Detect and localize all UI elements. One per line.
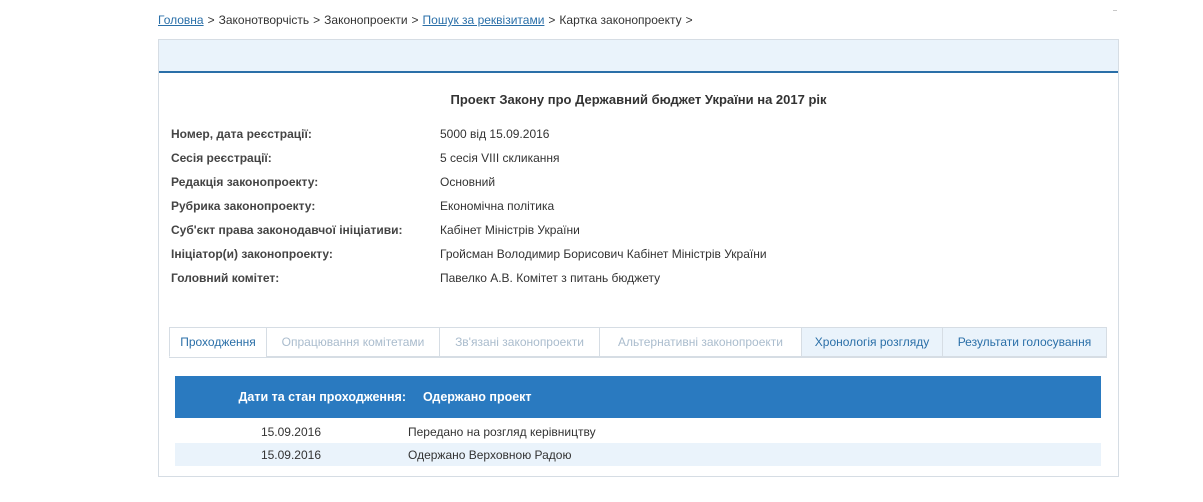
info-value: Гройсман Володимир Борисович Кабінет Мін… (440, 247, 767, 261)
info-value: Павелко А.В. Комітет з питань бюджету (440, 271, 661, 285)
breadcrumb-lawmaking: Законотворчість (218, 13, 310, 27)
info-row-committee: Головний комітет: Павелко А.В. Комітет з… (171, 271, 767, 295)
passage-header-status: Одержано проект (423, 390, 532, 404)
breadcrumb-card: Картка законопроекту (559, 13, 682, 27)
tab-passage[interactable]: Проходження (169, 327, 266, 357)
row-date: 15.09.2016 (260, 424, 321, 439)
tab-chronology[interactable]: Хронологія розгляду (801, 327, 942, 357)
bill-info-list: Номер, дата реєстрації: 5000 від 15.09.2… (171, 127, 767, 295)
row-date: 15.09.2016 (260, 447, 321, 462)
row-status: Одержано Верховною Радою (408, 447, 572, 462)
panel-header-bar (159, 40, 1118, 73)
passage-table: 15.09.2016 Передано на розгляд керівницт… (175, 420, 1101, 466)
info-value: 5000 від 15.09.2016 (440, 127, 550, 141)
tab-alternative-bills: Альтернативні законопроекти (599, 327, 801, 357)
info-row-subject: Суб'єкт права законодавчої ініціативи: К… (171, 223, 767, 247)
info-label: Редакція законопроекту: (171, 175, 319, 189)
info-label: Номер, дата реєстрації: (171, 127, 312, 141)
info-row-initiators: Ініціатор(и) законопроекту: Гройсман Вол… (171, 247, 767, 271)
breadcrumb: Головна > Законотворчість > Законопроекти > По… (158, 13, 697, 27)
passage-header-label: Дати та стан проходження: (238, 390, 407, 404)
info-row-session: Сесія реєстрації: 5 сесія VIII скликання (171, 151, 767, 175)
breadcrumb-separator: > (548, 13, 556, 27)
info-label: Рубрика законопроекту: (171, 199, 316, 213)
breadcrumb-separator: > (685, 13, 693, 27)
bill-title: Проект Закону про Державний бюджет Украї… (450, 92, 827, 107)
table-row: 15.09.2016 Передано на розгляд керівницт… (175, 420, 1101, 443)
info-row-rubric: Рубрика законопроекту: Економічна політи… (171, 199, 767, 223)
row-status: Передано на розгляд керівництву (408, 424, 596, 439)
info-label: Головний комітет: (171, 271, 280, 285)
info-value: Економічна політика (440, 199, 555, 213)
tab-voting-results[interactable]: Результати голосування (942, 327, 1107, 357)
info-label: Сесія реєстрації: (171, 151, 272, 165)
breadcrumb-separator: > (313, 13, 321, 27)
breadcrumb-home-link[interactable]: Головна (158, 13, 204, 27)
tab-linked-bills: Зв'язані законопроекти (439, 327, 599, 357)
tab-bar: Проходження Опрацювання комітетами Зв'яз… (169, 327, 1107, 358)
info-value: Основний (440, 175, 496, 189)
info-row-registration: Номер, дата реєстрації: 5000 від 15.09.2… (171, 127, 767, 151)
decorative-line (1113, 10, 1117, 11)
info-label: Ініціатор(и) законопроекту: (171, 247, 333, 261)
breadcrumb-separator: > (207, 13, 215, 27)
breadcrumb-separator: > (411, 13, 419, 27)
info-value: 5 сесія VIII скликання (440, 151, 560, 165)
breadcrumb-bills: Законопроекти (324, 13, 408, 27)
passage-table-header: Дати та стан проходження: Одержано проек… (175, 376, 1101, 418)
table-row: 15.09.2016 Одержано Верховною Радою (175, 443, 1101, 466)
info-label: Суб'єкт права законодавчої ініціативи: (171, 223, 403, 237)
info-row-edition: Редакція законопроекту: Основний (171, 175, 767, 199)
info-value: Кабінет Міністрів України (440, 223, 580, 237)
tab-committee-processing: Опрацювання комітетами (266, 327, 439, 357)
breadcrumb-search-link[interactable]: Пошук за реквізитами (423, 13, 545, 27)
bill-card-panel: Проект Закону про Державний бюджет Украї… (158, 39, 1119, 477)
